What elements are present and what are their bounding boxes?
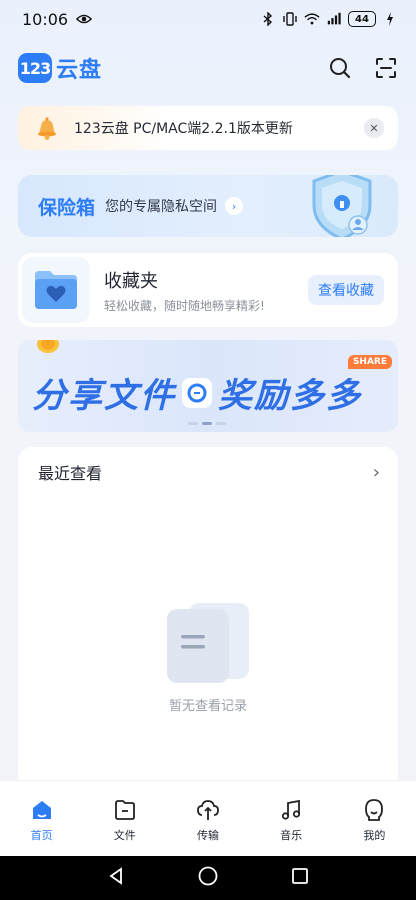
notice-close-button[interactable]: ✕	[364, 118, 384, 138]
wifi-icon	[304, 12, 320, 26]
logo-mark: 123	[18, 53, 52, 83]
scan-button[interactable]	[374, 56, 398, 80]
search-icon	[330, 58, 351, 79]
chevron-right-icon: ›	[372, 461, 380, 483]
app-header: 123 云盘	[18, 48, 402, 88]
eye-icon	[76, 12, 93, 26]
home-circle-icon	[198, 866, 218, 886]
folder-icon	[112, 797, 138, 823]
app-logo: 123 云盘	[18, 52, 102, 84]
search-button[interactable]	[328, 56, 352, 80]
vault-subtitle: 您的专属隐私空间	[105, 199, 218, 215]
recent-title: 最近查看	[38, 464, 103, 483]
signal-icon	[326, 12, 342, 26]
carousel-dot-active	[202, 422, 212, 425]
carousel-dot	[216, 422, 226, 425]
back-triangle-icon	[109, 867, 122, 885]
bell-icon	[38, 117, 56, 140]
favorites-title: 收藏夹	[104, 270, 158, 292]
nav-item-profile[interactable]: 我的	[344, 797, 404, 843]
chevron-right-icon: ›	[225, 197, 244, 215]
recent-section: 最近查看 › 暂无查看记录	[18, 447, 398, 787]
status-bar: 10:06 44	[0, 0, 416, 38]
profile-icon	[361, 797, 387, 823]
scan-icon	[376, 58, 396, 78]
recent-header[interactable]: 最近查看 ›	[18, 447, 398, 497]
empty-document-icon	[167, 603, 249, 683]
share-text-right: 奖励多多	[218, 376, 362, 416]
shield-icon	[312, 175, 372, 237]
share-tag: SHARE	[347, 355, 392, 369]
close-icon: ✕	[369, 121, 379, 135]
view-favorites-button[interactable]: 查看收藏	[308, 275, 384, 305]
music-icon	[278, 797, 304, 823]
nav-label: 音乐	[280, 829, 303, 842]
battery-indicator: 44	[348, 11, 376, 27]
notice-text: 123云盘 PC/MAC端2.2.1版本更新	[74, 121, 293, 137]
nav-item-home[interactable]: 首页	[12, 797, 72, 843]
carousel-dot	[188, 422, 198, 425]
home-icon	[29, 797, 55, 823]
nav-label: 我的	[363, 829, 386, 842]
nav-item-transfer[interactable]: 传输	[178, 797, 238, 843]
home-button[interactable]	[197, 865, 219, 891]
bottom-nav: 首页 文件 传输 音乐 我的	[0, 780, 416, 856]
favorites-folder-icon	[22, 257, 90, 323]
status-time: 10:06	[22, 9, 69, 29]
back-button[interactable]	[106, 866, 126, 890]
nav-item-music[interactable]: 音乐	[261, 797, 321, 843]
share-logo-icon	[182, 377, 212, 408]
nav-label: 传输	[196, 829, 219, 842]
share-reward-banner[interactable]: 分享文件 奖励多多 SHARE	[18, 340, 398, 432]
favorites-card[interactable]: 收藏夹 轻松收藏，随时随地畅享精彩! 查看收藏	[18, 253, 398, 327]
vault-title: 保险箱	[38, 196, 96, 219]
coin-icon	[37, 340, 59, 353]
logo-text: 云盘	[56, 58, 103, 83]
empty-state-text: 暂无查看记录	[168, 699, 247, 714]
nav-label: 文件	[113, 829, 136, 842]
favorites-subtitle: 轻松收藏，随时随地畅享精彩!	[104, 298, 265, 313]
vibrate-icon	[282, 12, 298, 26]
charging-icon	[382, 12, 398, 26]
share-text-left: 分享文件	[32, 376, 176, 416]
recents-square-icon	[292, 868, 309, 884]
vault-banner[interactable]: 保险箱 您的专属隐私空间 ›	[18, 175, 398, 237]
nav-item-files[interactable]: 文件	[95, 797, 155, 843]
update-notice[interactable]: 123云盘 PC/MAC端2.2.1版本更新 ✕	[18, 106, 398, 150]
carousel-indicator	[188, 422, 226, 425]
nav-label: 首页	[30, 829, 53, 842]
transfer-icon	[195, 797, 221, 823]
bluetooth-icon	[260, 12, 276, 26]
system-nav-bar	[0, 856, 416, 900]
recents-button[interactable]	[290, 866, 310, 890]
